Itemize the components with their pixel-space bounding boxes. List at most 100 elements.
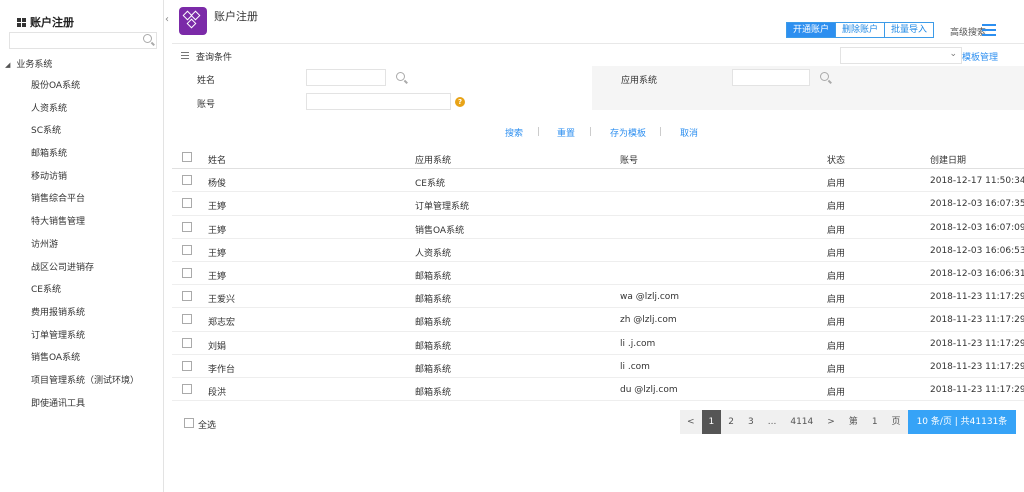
cell-created: 2018-12-17 11:50:34 xyxy=(930,176,1024,187)
app-logo-icon xyxy=(179,7,207,35)
cell-created: 2018-11-23 11:17:29 xyxy=(930,338,1024,349)
caret-down-icon[interactable]: ◢ xyxy=(5,61,10,69)
col-header-status[interactable]: 状态 xyxy=(827,153,845,166)
select-all-label[interactable]: 全选 xyxy=(198,418,216,431)
tree-item[interactable]: 邮箱系统 xyxy=(31,146,139,169)
row-checkbox[interactable] xyxy=(182,383,192,394)
tree-item[interactable]: 战区公司进销存 xyxy=(31,260,139,283)
tree-item[interactable]: 访州游 xyxy=(31,237,139,260)
col-header-created[interactable]: 创建日期 xyxy=(930,153,966,166)
tree-item[interactable]: 订单管理系统 xyxy=(31,328,139,351)
chevron-down-icon[interactable]: ⌄ xyxy=(949,49,957,59)
query-conditions-label[interactable]: 查询条件 xyxy=(196,50,232,63)
col-header-system[interactable]: 应用系统 xyxy=(415,153,451,166)
cell-created: 2018-11-23 11:17:29 xyxy=(930,292,1024,303)
cell-account: du @lzlj.com xyxy=(620,384,678,395)
cell-status: 启用 xyxy=(827,295,846,306)
tree-item[interactable]: 股份OA系统 xyxy=(31,78,139,101)
tree-item[interactable]: CE系统 xyxy=(31,282,139,305)
table-row[interactable]: 段洪 邮箱系统 du @lzlj.com 启用 2018-11-23 11:17… xyxy=(172,378,1024,402)
row-checkbox[interactable] xyxy=(182,314,192,325)
page-size-info[interactable]: 10 条/页 | 共41131条 xyxy=(907,410,1017,434)
search-icon[interactable] xyxy=(396,72,405,81)
cell-system: 邮箱系统 xyxy=(415,295,452,306)
row-checkbox[interactable] xyxy=(182,360,192,371)
cell-created: 2018-11-23 11:17:29 xyxy=(930,384,1024,395)
cell-name: 郑志宏 xyxy=(208,318,236,329)
next-page-button[interactable]: > xyxy=(820,410,842,434)
table-row[interactable]: 杨俊 CE系统 启用 2018-12-17 11:50:34 xyxy=(172,169,1024,193)
row-checkbox[interactable] xyxy=(182,337,192,348)
advanced-search-link[interactable]: 高级搜索 xyxy=(950,25,986,38)
tree-item[interactable]: 销售OA系统 xyxy=(31,350,139,373)
list-view-icon[interactable] xyxy=(982,24,996,36)
delete-account-button[interactable]: 删除账户 xyxy=(835,22,886,38)
table-row[interactable]: 王婷 订单管理系统 启用 2018-12-03 16:07:35 xyxy=(172,192,1024,216)
cell-system: 邮箱系统 xyxy=(415,387,452,398)
row-checkbox[interactable] xyxy=(182,221,192,232)
tree-item[interactable]: 销售综合平台 xyxy=(31,191,139,214)
table-row[interactable]: 王婷 销售OA系统 启用 2018-12-03 16:07:09 xyxy=(172,216,1024,239)
open-account-button[interactable]: 开通账户 xyxy=(786,22,837,38)
page-button[interactable]: 4114 xyxy=(783,410,820,434)
search-icon[interactable] xyxy=(820,72,829,81)
save-template-button[interactable]: 存为模板 xyxy=(610,126,646,139)
divider xyxy=(590,127,591,136)
tree-items: 股份OA系统 人资系统 SC系统 邮箱系统 移动访销 销售综合平台 特大销售管理… xyxy=(31,78,139,418)
cell-system: 邮箱系统 xyxy=(415,341,452,352)
table-row[interactable]: 刘娟 邮箱系统 li .j.com 启用 2018-11-23 11:17:29 xyxy=(172,332,1024,355)
app-system-input[interactable] xyxy=(732,69,810,86)
prev-page-button[interactable]: < xyxy=(680,410,702,434)
query-conditions-bar: 查询条件 ⌄ 模板管理 xyxy=(172,47,1024,65)
name-input[interactable] xyxy=(306,69,386,86)
cell-status: 启用 xyxy=(827,341,846,352)
table-row[interactable]: 郑志宏 邮箱系统 zh @lzlj.com 启用 2018-11-23 11:1… xyxy=(172,308,1024,332)
row-checkbox[interactable] xyxy=(182,267,192,278)
row-checkbox[interactable] xyxy=(182,175,192,186)
row-checkbox[interactable] xyxy=(182,291,192,302)
menu-lines-icon[interactable] xyxy=(181,52,189,61)
help-icon[interactable]: ? xyxy=(455,97,465,107)
goto-page-input[interactable]: 1 xyxy=(865,410,885,434)
filter-panel: 姓名 账号 ? 应用系统 xyxy=(172,66,1024,118)
tree-item[interactable]: 即使通讯工具 xyxy=(31,396,139,419)
tree-item[interactable]: 项目管理系统（测试环境） xyxy=(31,373,139,396)
col-header-name[interactable]: 姓名 xyxy=(208,153,226,166)
divider xyxy=(660,127,661,136)
tree-item[interactable]: 特大销售管理 xyxy=(31,214,139,237)
cell-status: 启用 xyxy=(827,387,846,398)
tree-item[interactable]: SC系统 xyxy=(31,123,139,146)
table-footer: 全选 < 1 2 3 ... 4114 > 第 1 页 10 条/页 | 共41… xyxy=(172,410,1024,434)
cell-system: 邮箱系统 xyxy=(415,364,452,375)
row-checkbox[interactable] xyxy=(182,198,192,209)
cell-status: 启用 xyxy=(827,318,846,329)
col-header-account[interactable]: 账号 xyxy=(620,153,638,166)
sidebar-search-input[interactable] xyxy=(9,32,157,49)
table-row[interactable]: 王婷 人资系统 启用 2018-12-03 16:06:53 xyxy=(172,239,1024,262)
table-row[interactable]: 王爱兴 邮箱系统 wa @lzlj.com 启用 2018-11-23 11:1… xyxy=(172,285,1024,309)
select-all-checkbox[interactable] xyxy=(182,152,192,162)
batch-import-button[interactable]: 批量导入 xyxy=(884,22,935,38)
reset-button[interactable]: 重置 xyxy=(557,126,575,139)
cell-status: 启用 xyxy=(827,202,846,213)
tree-root-business-systems[interactable]: ◢ 业务系统 xyxy=(5,57,52,70)
page-button[interactable]: 3 xyxy=(741,410,761,434)
template-manage-link[interactable]: 模板管理 xyxy=(962,50,998,63)
account-input[interactable] xyxy=(306,93,451,110)
page-button[interactable]: 2 xyxy=(721,410,741,434)
tree-item[interactable]: 费用报销系统 xyxy=(31,305,139,328)
collapse-sidebar-icon[interactable]: ‹ xyxy=(165,14,169,25)
search-icon[interactable] xyxy=(143,34,152,43)
cell-created: 2018-12-03 16:07:09 xyxy=(930,222,1024,233)
table-row[interactable]: 王婷 邮箱系统 启用 2018-12-03 16:06:31 xyxy=(172,262,1024,286)
tree-item[interactable]: 人资系统 xyxy=(31,101,139,124)
page-button[interactable]: 1 xyxy=(701,410,722,434)
table-row[interactable]: 李作台 邮箱系统 li .com 启用 2018-11-23 11:17:29 xyxy=(172,355,1024,378)
select-all-footer-checkbox[interactable] xyxy=(184,418,194,428)
row-checkbox[interactable] xyxy=(182,244,192,255)
cancel-button[interactable]: 取消 xyxy=(680,126,698,139)
tree-item[interactable]: 移动访销 xyxy=(31,169,139,192)
page-unit-label: 页 xyxy=(891,417,901,427)
search-button[interactable]: 搜索 xyxy=(505,126,523,139)
template-select[interactable]: ⌄ xyxy=(840,47,962,64)
